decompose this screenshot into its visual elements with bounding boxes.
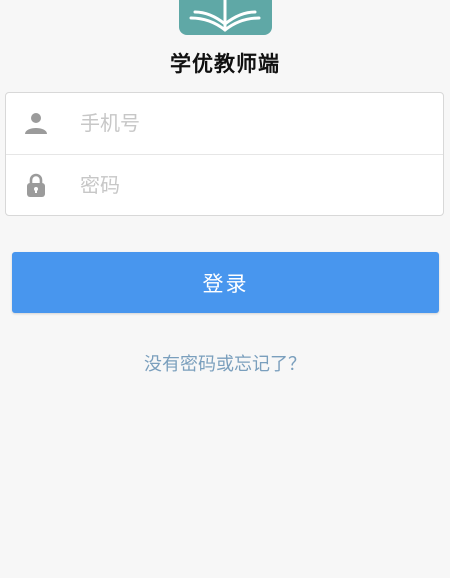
phone-input[interactable]	[80, 107, 420, 139]
forgot-password-link[interactable]: 没有密码或忘记了？	[0, 350, 450, 376]
password-input[interactable]	[80, 169, 420, 201]
user-icon	[24, 111, 48, 135]
book-icon	[189, 0, 261, 32]
phone-row	[6, 93, 443, 155]
login-button[interactable]: 登录	[12, 252, 439, 313]
password-row	[6, 155, 443, 216]
login-form	[5, 92, 444, 216]
lock-icon	[24, 173, 48, 197]
app-logo	[179, 0, 272, 35]
app-title: 学优教师端	[170, 52, 280, 76]
